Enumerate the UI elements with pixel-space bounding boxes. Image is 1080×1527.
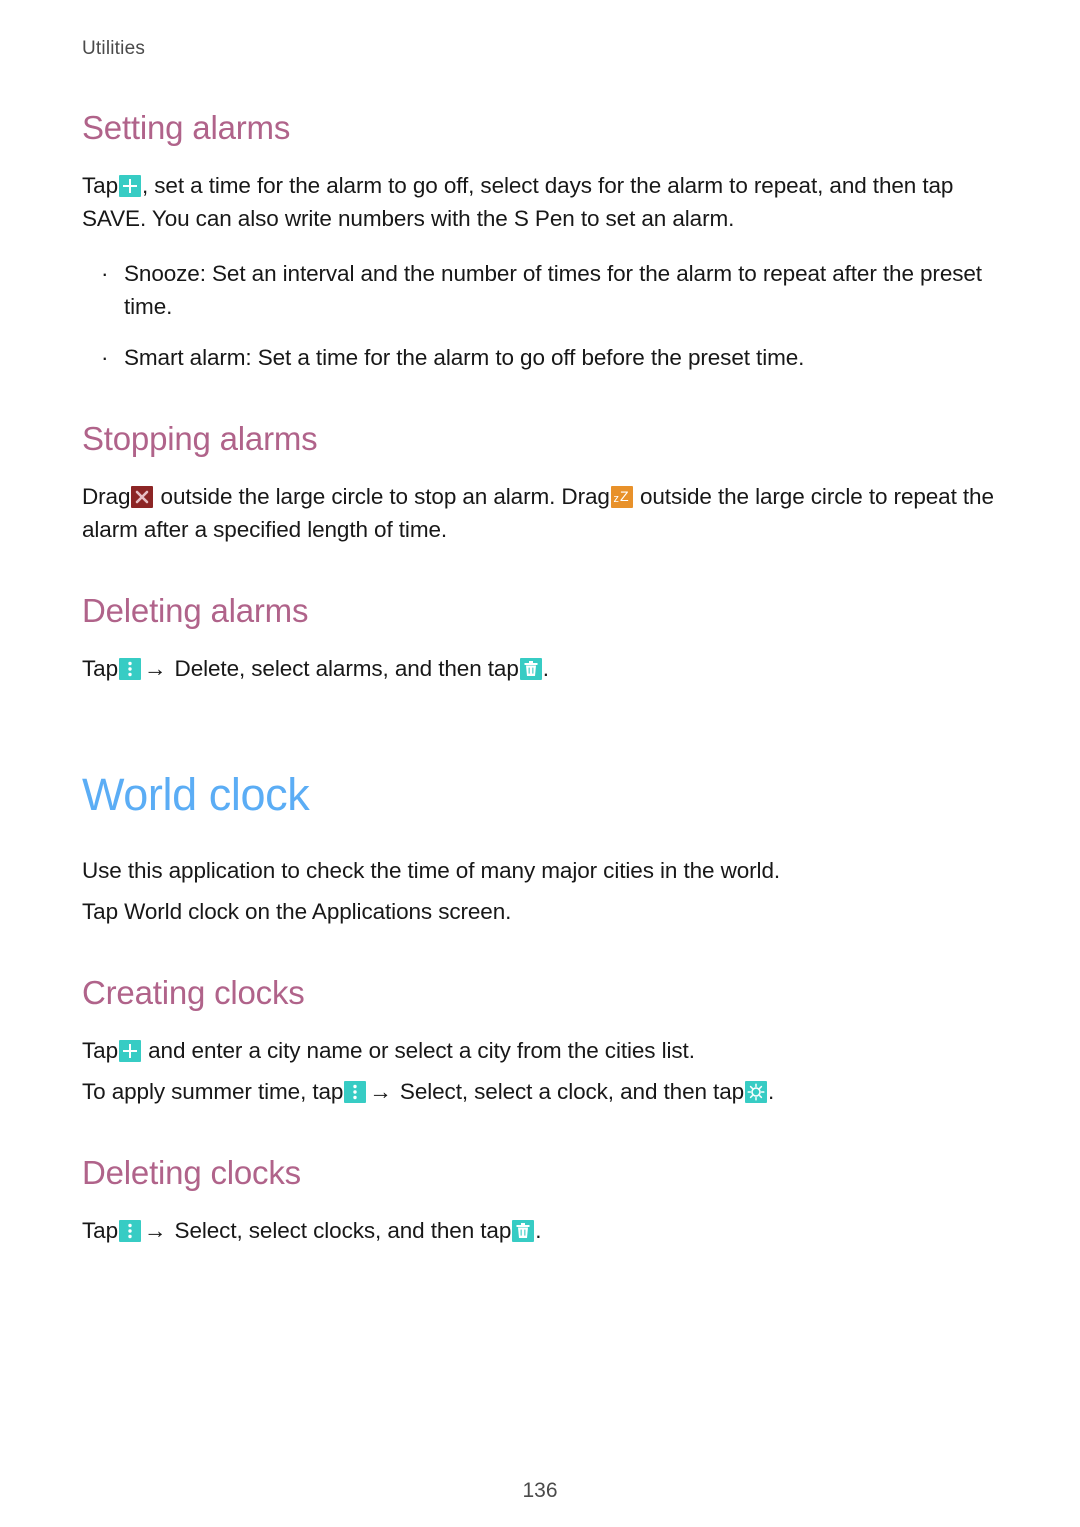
creating-clocks-text-b: and enter a city name or select a city f…: [141, 1038, 695, 1064]
arrow-glyph: →: [143, 655, 167, 681]
paragraph-setting-alarms: Tap , set a time for the alarm to go off…: [82, 169, 998, 235]
document-page: Utilities Setting alarms Tap , set a tim…: [0, 0, 1080, 1527]
page-number: 136: [522, 1479, 558, 1502]
heading-deleting-alarms: Deleting alarms: [82, 591, 309, 629]
paragraph-stopping-alarms: Drag outside the large circle to stop an…: [82, 480, 998, 546]
bullet-label: Smart alarm: [124, 344, 246, 370]
delete-icon: [519, 657, 542, 680]
paragraph-world-clock-intro: Use this application to check the time o…: [82, 858, 781, 884]
creating-clocks-line2-a: To apply summer time, tap: [82, 1079, 344, 1105]
running-header: Utilities: [82, 38, 146, 59]
world-clock-app-name: World clock: [124, 899, 239, 925]
bullet-glyph: ·: [101, 260, 109, 286]
heading-setting-alarms: Setting alarms: [82, 108, 291, 146]
paragraph-world-clock-tap: Tap World clock on the Applications scre…: [82, 895, 998, 928]
heading-creating-clocks: Creating clocks: [82, 974, 305, 1012]
arrow-glyph: →: [369, 1079, 392, 1105]
add-icon: [118, 174, 141, 197]
heading-deleting-clocks: Deleting clocks: [82, 1154, 301, 1192]
heading-world-clock: World clock: [82, 768, 310, 820]
creating-clocks-line2-c: .: [768, 1079, 775, 1105]
list-item: · Smart alarm: Set a time for the alarm t…: [82, 341, 998, 374]
list-item: · Snooze: Set an interval and the number …: [82, 257, 998, 323]
deleting-clocks-text-a: Tap: [82, 1218, 118, 1244]
svg-text:z: z: [613, 493, 618, 505]
deleting-alarms-text-b: Delete, select alarms, and then tap: [168, 655, 519, 681]
world-clock-tap-a: Tap: [82, 899, 125, 925]
setting-alarms-text-post: , set a time for the alarm to go off, se…: [82, 172, 954, 231]
creating-clocks-line2-b: Select, select a clock, and then tap: [393, 1079, 745, 1105]
add-icon: [118, 1040, 141, 1063]
paragraph-deleting-alarms: Tap → Delete, select alarms, and then ta…: [82, 652, 998, 685]
deleting-alarms-text-c: .: [542, 655, 549, 681]
arrow-glyph: →: [143, 1218, 167, 1244]
setting-alarms-text-pre: Tap: [82, 172, 118, 198]
setting-alarms-bullet-list: · Snooze: Set an interval and the number …: [82, 257, 998, 374]
more-options-icon: [118, 657, 141, 680]
stopping-alarms-text-a: Drag: [82, 483, 131, 509]
paragraph-creating-clocks-1: Tap and enter a city name or select a ci…: [82, 1034, 998, 1067]
heading-stopping-alarms: Stopping alarms: [82, 419, 318, 457]
snooze-icon: z Z: [610, 485, 633, 508]
svg-text:Z: Z: [620, 488, 629, 504]
more-options-icon: [118, 1220, 141, 1243]
deleting-alarms-text-a: Tap: [82, 655, 118, 681]
stopping-alarms-text-b: outside the large circle to stop an alar…: [154, 483, 610, 509]
delete-icon: [512, 1220, 535, 1243]
deleting-clocks-text-c: .: [535, 1218, 542, 1244]
deleting-clocks-text-b: Select, select clocks, and then tap: [168, 1218, 512, 1244]
bullet-glyph: ·: [101, 344, 109, 370]
more-options-icon: [344, 1081, 367, 1104]
dismiss-alarm-icon: [131, 485, 154, 508]
bullet-label: Snooze: [124, 260, 200, 286]
creating-clocks-text-a: Tap: [82, 1038, 118, 1064]
bullet-text: Set an interval and the number of times …: [124, 260, 982, 319]
summer-time-icon: [745, 1081, 768, 1104]
paragraph-deleting-clocks: Tap → Select, select clocks, and then ta…: [82, 1214, 998, 1247]
bullet-text: Set a time for the alarm to go off befor…: [251, 344, 805, 370]
world-clock-tap-c: on the Applications screen.: [238, 899, 512, 925]
paragraph-creating-clocks-2: To apply summer time, tap → Select, sele…: [82, 1075, 998, 1108]
